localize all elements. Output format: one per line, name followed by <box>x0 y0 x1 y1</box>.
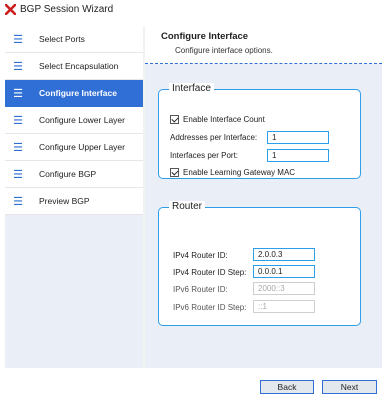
enable-learning-gateway-label: Enable Learning Gateway MAC <box>183 168 296 177</box>
menu-lines-icon: ☰ <box>13 33 23 46</box>
ipv4-router-id-input[interactable]: 2.0.0.3 <box>253 248 315 261</box>
sidebar: ☰ Select Ports ☰ Select Encapsulation ☰ … <box>5 26 143 368</box>
menu-lines-icon: ☰ <box>13 114 23 127</box>
sidebar-item-label: Configure Lower Layer <box>39 115 125 125</box>
sidebar-item-label: Configure Upper Layer <box>39 142 125 152</box>
interfaces-per-port-input[interactable]: 1 <box>267 149 329 162</box>
ipv6-router-id-label: IPv6 Router ID: <box>173 285 228 294</box>
enable-interface-count-label: Enable Interface Count <box>183 115 265 124</box>
ipv4-router-id-step-label: IPv4 Router ID Step: <box>173 268 247 277</box>
sidebar-item-label: Configure BGP <box>39 169 97 179</box>
ipv6-router-id-input[interactable]: 2000::3 <box>253 282 315 295</box>
sidebar-item-configure-upper-layer[interactable]: ☰ Configure Upper Layer <box>5 134 143 161</box>
router-group-legend: Router <box>169 201 206 212</box>
sidebar-item-label: Configure Interface <box>39 88 117 98</box>
enable-learning-gateway-row[interactable]: Enable Learning Gateway MAC <box>170 168 295 177</box>
pane-header: Configure Interface Configure interface … <box>145 26 382 64</box>
ipv6-router-id-step-input[interactable]: ::1 <box>253 300 315 313</box>
ipv6-router-id-step-label: IPv6 Router ID Step: <box>173 303 247 312</box>
ipv4-router-id-step-input[interactable]: 0.0.0.1 <box>253 265 315 278</box>
menu-lines-icon: ☰ <box>13 195 23 208</box>
menu-lines-icon: ☰ <box>13 87 23 100</box>
interfaces-per-port-label: Interfaces per Port: <box>170 151 239 160</box>
sidebar-item-label: Preview BGP <box>39 196 90 206</box>
next-button[interactable]: Next <box>322 380 377 394</box>
interface-group: Interface Enable Interface Count Address… <box>158 83 361 179</box>
sidebar-item-label: Select Encapsulation <box>39 61 119 71</box>
sidebar-item-label: Select Ports <box>39 34 85 44</box>
page-title: Configure Interface <box>161 31 249 42</box>
step-list: ☰ Select Ports ☰ Select Encapsulation ☰ … <box>5 26 143 215</box>
window-title: BGP Session Wizard <box>20 3 114 15</box>
content-pane: Configure Interface Configure interface … <box>145 26 382 368</box>
back-button[interactable]: Back <box>260 380 314 394</box>
enable-learning-gateway-checkbox[interactable] <box>170 168 179 177</box>
enable-interface-count-checkbox[interactable] <box>170 115 179 124</box>
sidebar-item-configure-lower-layer[interactable]: ☰ Configure Lower Layer <box>5 107 143 134</box>
router-group: Router IPv4 Router ID: 2.0.0.3 IPv4 Rout… <box>158 201 361 326</box>
sidebar-item-configure-interface[interactable]: ☰ Configure Interface <box>5 80 143 107</box>
sidebar-item-select-encapsulation[interactable]: ☰ Select Encapsulation <box>5 53 143 80</box>
addresses-per-interface-input[interactable]: 1 <box>267 131 329 144</box>
sidebar-item-preview-bgp[interactable]: ☰ Preview BGP <box>5 188 143 215</box>
menu-lines-icon: ☰ <box>13 141 23 154</box>
sidebar-item-configure-bgp[interactable]: ☰ Configure BGP <box>5 161 143 188</box>
addresses-per-interface-label: Addresses per Interface: <box>170 133 258 142</box>
title-bar: BGP Session Wizard <box>0 0 385 18</box>
enable-interface-count-row[interactable]: Enable Interface Count <box>170 115 265 124</box>
x-logo-icon <box>4 2 17 16</box>
interface-group-legend: Interface <box>169 83 214 94</box>
header-divider <box>145 63 382 64</box>
page-subtitle: Configure interface options. <box>175 46 273 55</box>
menu-lines-icon: ☰ <box>13 60 23 73</box>
ipv4-router-id-label: IPv4 Router ID: <box>173 251 228 260</box>
menu-lines-icon: ☰ <box>13 168 23 181</box>
wizard-panel: ☰ Select Ports ☰ Select Encapsulation ☰ … <box>5 26 382 368</box>
sidebar-item-select-ports[interactable]: ☰ Select Ports <box>5 26 143 53</box>
